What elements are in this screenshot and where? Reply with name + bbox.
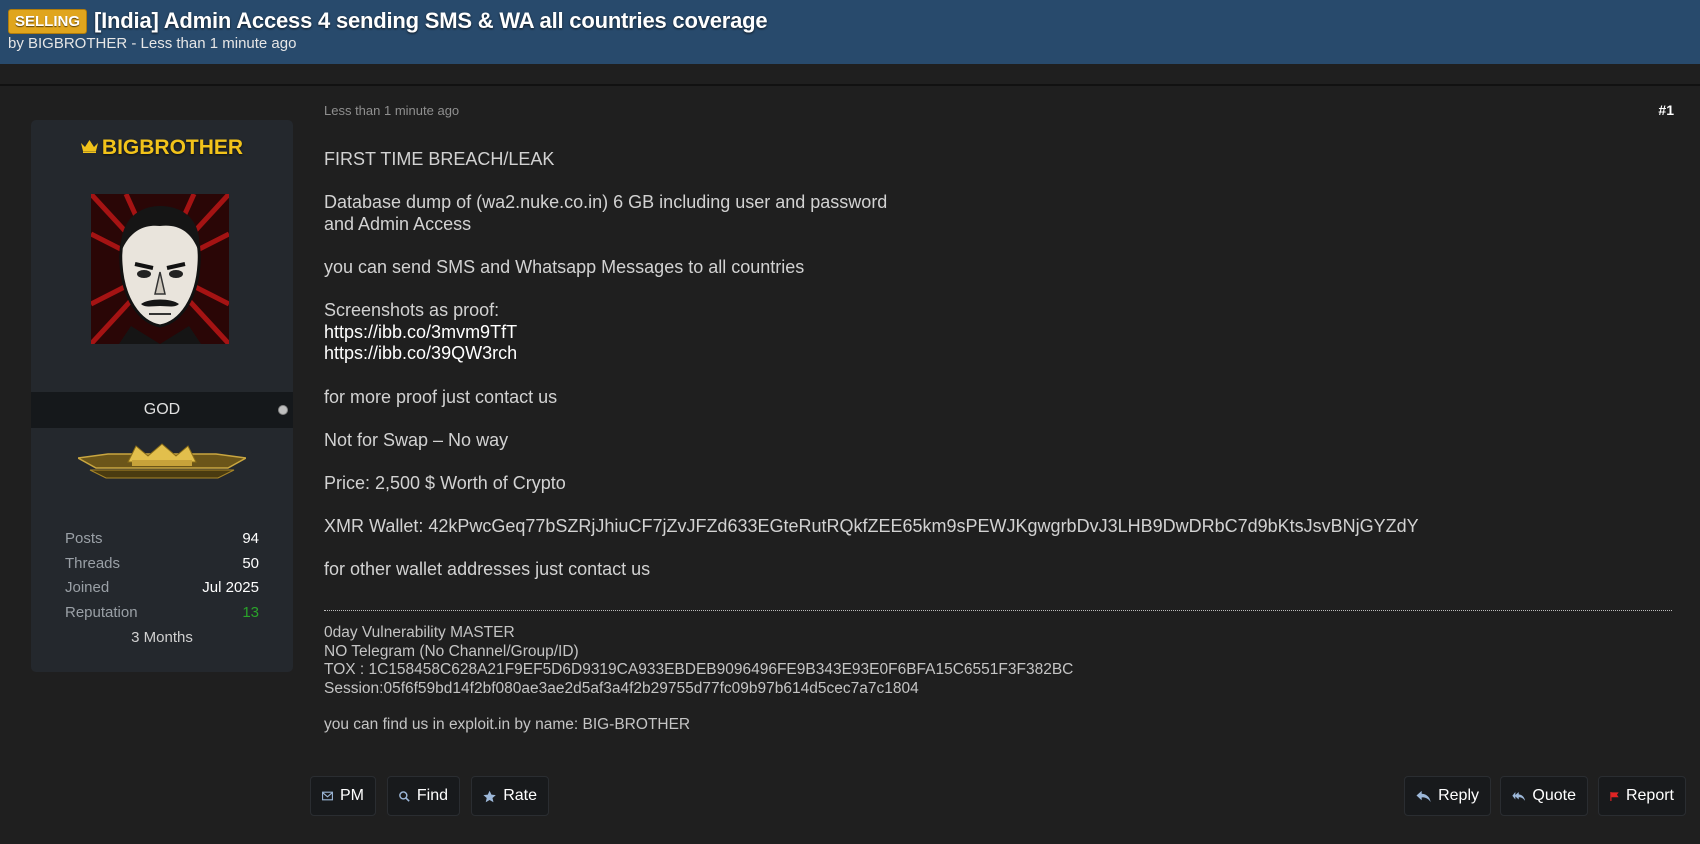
find-button[interactable]: Find — [387, 776, 460, 816]
rate-button[interactable]: Rate — [471, 776, 549, 816]
post-heading: FIRST TIME BREACH/LEAK — [324, 149, 555, 169]
user-rank: GOD — [31, 392, 293, 428]
username[interactable]: BIGBROTHER — [102, 136, 243, 159]
avatar[interactable] — [91, 194, 229, 344]
online-status-icon — [278, 405, 288, 415]
post-date: Less than 1 minute ago — [324, 103, 460, 118]
star-icon — [483, 790, 496, 802]
pm-label: PM — [340, 787, 364, 804]
post-line: Screenshots as proof: — [324, 300, 500, 321]
stat-label: Joined — [65, 579, 110, 596]
reply-all-icon — [1512, 791, 1526, 801]
signature-line: NO Telegram (No Channel/Group/ID) — [324, 642, 579, 660]
report-label: Report — [1625, 787, 1674, 804]
thread-title-row: SELLING [India] Admin Access 4 sending S… — [8, 8, 768, 34]
post-body: FIRST TIME BREACH/LEAK Database dump of … — [324, 149, 1674, 581]
stat-value: 94 — [242, 530, 259, 547]
envelope-icon — [322, 791, 333, 801]
post-line: and Admin Access — [324, 213, 472, 234]
signature: 0day Vulnerability MASTER NO Telegram (N… — [324, 624, 1674, 734]
proof-link-1[interactable]: https://ibb.co/3mvm9TfT — [324, 322, 517, 342]
stat-label: Posts — [65, 530, 103, 547]
username-row[interactable]: BIGBROTHER — [31, 136, 293, 160]
stat-label: Threads — [65, 554, 121, 572]
stat-row-reputation[interactable]: Reputation 13 — [65, 604, 259, 629]
stat-row-posts: Posts 94 — [65, 530, 259, 555]
search-icon — [399, 790, 410, 802]
signature-line: you can find us in exploit.in by name: B… — [324, 715, 691, 733]
stat-row-threads: Threads 50 — [65, 555, 259, 580]
post-line: for other wallet addresses just contact … — [324, 559, 651, 580]
quote-button[interactable]: Quote — [1500, 776, 1588, 816]
report-button[interactable]: Report — [1598, 776, 1686, 816]
reputation-value[interactable]: 13 — [242, 604, 259, 629]
reply-label: Reply — [1438, 787, 1479, 804]
stat-row-joined: Joined Jul 2025 — [65, 579, 259, 604]
stat-label: Reputation — [65, 603, 138, 621]
post-line: you can send SMS and Whatsapp Messages t… — [324, 256, 805, 277]
quote-label: Quote — [1532, 787, 1576, 804]
crown-icon — [80, 140, 98, 153]
reply-arrow-icon — [1416, 790, 1431, 802]
flag-icon — [1610, 791, 1619, 801]
prefix-badge[interactable]: SELLING — [8, 8, 88, 34]
header-divider — [0, 84, 1700, 86]
post-line: XMR Wallet: 42kPwcGeq77bSZRjJhiuCF7jZvJF… — [324, 516, 1419, 537]
reply-button[interactable]: Reply — [1404, 776, 1491, 816]
signature-line: Session:05f6f59bd14f2bf080ae3ae2d5af3a4f… — [324, 680, 919, 698]
thread-header: SELLING [India] Admin Access 4 sending S… — [0, 0, 1700, 64]
find-label: Find — [416, 787, 448, 804]
thread-title: [India] Admin Access 4 sending SMS & WA … — [94, 8, 768, 33]
signature-line: 0day Vulnerability MASTER — [324, 624, 515, 641]
signature-divider — [324, 610, 1672, 611]
thread-byline: by BIGBROTHER - Less than 1 minute ago — [8, 35, 297, 52]
stat-value: 50 — [242, 554, 259, 572]
user-panel: BIGBROTHER GOD Posts 94 Threads 50 Joine… — [31, 120, 293, 672]
proof-link-2[interactable]: https://ibb.co/39QW3rch — [324, 343, 517, 363]
post-line: Price: 2,500 $ Worth of Crypto — [324, 472, 566, 493]
user-stats: Posts 94 Threads 50 Joined Jul 2025 Repu… — [65, 530, 259, 628]
rank-label: GOD — [143, 401, 181, 418]
rate-label: Rate — [503, 787, 537, 804]
signature-line: TOX : 1C158458C628A21F9EF5D6D9319CA933EB… — [324, 661, 1074, 679]
post-line: for more proof just contact us — [324, 386, 558, 407]
membership-duration: 3 Months — [131, 629, 193, 646]
post-number-link[interactable]: #1 — [1640, 102, 1674, 118]
pm-button[interactable]: PM — [310, 776, 376, 816]
rank-emblem-icon — [78, 443, 246, 479]
post-line: Not for Swap – No way — [324, 429, 509, 450]
stat-value: Jul 2025 — [202, 579, 259, 596]
post-line: Database dump of (wa2.nuke.co.in) 6 GB i… — [324, 192, 888, 213]
